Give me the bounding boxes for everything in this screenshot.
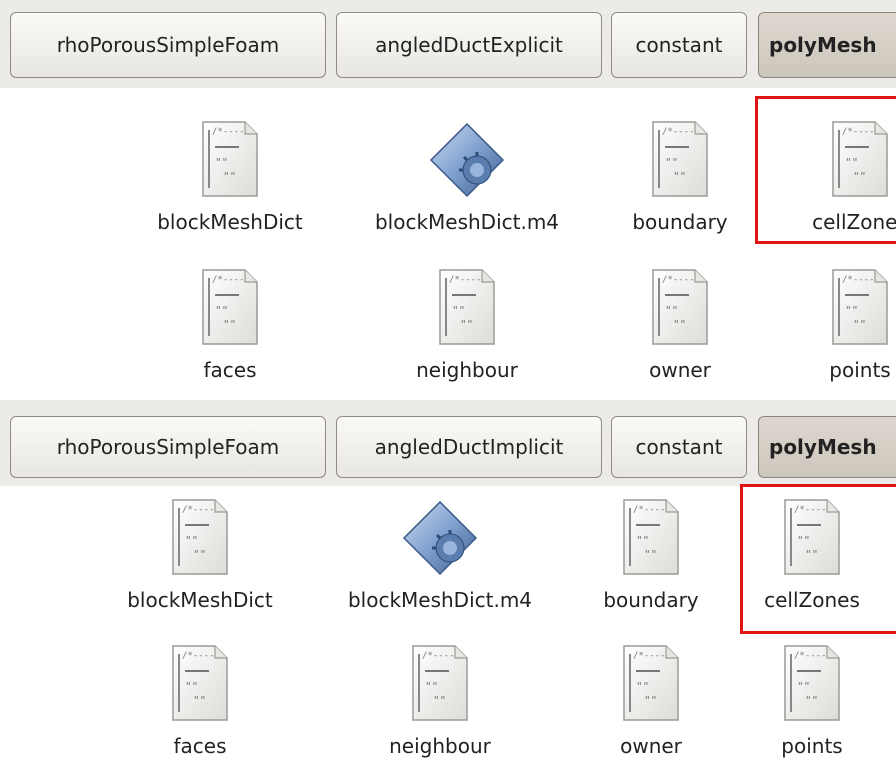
script-diamond-icon (425, 120, 509, 200)
file-label: faces (173, 734, 227, 758)
file-item-blockMeshDict[interactable]: blockMeshDict (125, 120, 335, 250)
file-item-neighbour[interactable]: neighbour (362, 268, 572, 398)
text-file-icon (199, 120, 261, 200)
breadcrumb-rhoPorousSimpleFoam[interactable]: rhoPorousSimpleFoam (10, 12, 326, 78)
breadcrumb-angledDuctExplicit[interactable]: angledDuctExplicit (336, 12, 602, 78)
file-item-blockMeshDict-m4[interactable]: blockMeshDict.m4 (362, 120, 572, 250)
text-file-icon (781, 644, 843, 724)
file-label: blockMeshDict.m4 (347, 588, 533, 612)
file-item-owner[interactable]: owner (575, 268, 785, 398)
file-browser-panel-implicit: rhoPorousSimpleFoam angledDuctImplicit c… (0, 400, 896, 764)
highlight-box-cellZones (740, 484, 896, 634)
text-file-icon (169, 644, 231, 724)
breadcrumb-constant[interactable]: constant (611, 12, 747, 78)
file-item-points[interactable]: points (755, 268, 896, 398)
text-file-icon (649, 120, 711, 200)
text-file-icon (649, 268, 711, 348)
breadcrumb-rhoPorousSimpleFoam[interactable]: rhoPorousSimpleFoam (10, 416, 326, 478)
file-label: blockMeshDict (157, 210, 303, 234)
file-label: blockMeshDict (127, 588, 273, 612)
file-item-blockMeshDict-m4[interactable]: blockMeshDict.m4 (335, 498, 545, 628)
file-browser-panel-explicit: rhoPorousSimpleFoam angledDuctExplicit c… (0, 0, 896, 400)
file-label: points (829, 358, 891, 382)
file-item-points[interactable]: points (707, 644, 896, 774)
file-label: owner (649, 358, 711, 382)
breadcrumb-angledDuctImplicit[interactable]: angledDuctImplicit (336, 416, 602, 478)
file-label: neighbour (389, 734, 491, 758)
text-file-icon (620, 644, 682, 724)
text-file-icon (169, 498, 231, 578)
file-item-boundary[interactable]: boundary (575, 120, 785, 250)
path-bar: rhoPorousSimpleFoam angledDuctExplicit c… (0, 0, 896, 88)
file-item-faces[interactable]: faces (95, 644, 305, 774)
file-label: points (781, 734, 843, 758)
file-item-neighbour[interactable]: neighbour (335, 644, 545, 774)
file-item-faces[interactable]: faces (125, 268, 335, 398)
text-file-icon (409, 644, 471, 724)
text-file-icon (436, 268, 498, 348)
breadcrumb-constant[interactable]: constant (611, 416, 747, 478)
breadcrumb-polyMesh[interactable]: polyMesh (758, 416, 896, 478)
breadcrumb-polyMesh[interactable]: polyMesh (758, 12, 896, 78)
text-file-icon (829, 268, 891, 348)
file-item-blockMeshDict[interactable]: blockMeshDict (95, 498, 305, 628)
highlight-box-cellZones (755, 96, 896, 244)
file-label: boundary (632, 210, 728, 234)
script-diamond-icon (398, 498, 482, 578)
file-label: blockMeshDict.m4 (374, 210, 560, 234)
text-file-icon (199, 268, 261, 348)
path-bar: rhoPorousSimpleFoam angledDuctImplicit c… (0, 400, 896, 486)
file-label: neighbour (416, 358, 518, 382)
file-label: faces (203, 358, 257, 382)
text-file-icon (620, 498, 682, 578)
